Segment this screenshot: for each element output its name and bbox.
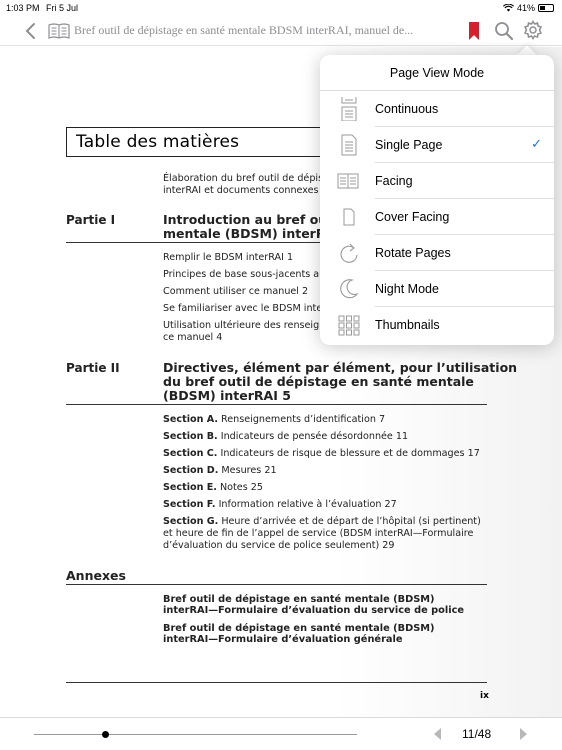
section-text: Indicateurs de pensée désordonnée 11 — [217, 431, 409, 442]
view-mode-facing[interactable]: Facing — [320, 163, 554, 199]
section-prefix: Section G. — [163, 516, 219, 527]
night-mode-icon — [340, 279, 359, 299]
toc-entry[interactable]: Comment utiliser ce manuel 2 — [163, 286, 308, 298]
part2-heading-line[interactable]: Directives, élément par élément, pour l’… — [163, 361, 517, 375]
view-mode-label: Single Page — [375, 138, 443, 152]
status-date: Fri 5 Jul — [46, 3, 79, 13]
section-entry[interactable]: Section D. Mesures 21 — [163, 465, 277, 477]
toc-entry[interactable]: Se familiariser avec le BDSM inte — [163, 303, 322, 315]
previous-page-icon[interactable] — [431, 726, 443, 742]
part1-label: Partie I — [66, 213, 116, 227]
footer-rule — [66, 682, 487, 683]
section-prefix: Section A. — [163, 414, 218, 425]
section-prefix: Section C. — [163, 448, 218, 459]
toc-intro-line[interactable]: interRAI et documents connexes — [163, 185, 319, 197]
toc-entry[interactable]: Principes de base sous-jacents au — [163, 269, 325, 281]
search-icon[interactable] — [494, 21, 514, 41]
section-prefix: Section B. — [163, 431, 218, 442]
checkmark-icon: ✓ — [531, 136, 542, 151]
popover-title: Page View Mode — [320, 55, 554, 91]
view-mode-label: Facing — [375, 174, 413, 188]
document-title: Bref outil de dépistage en santé mentale… — [74, 23, 414, 37]
part2-heading-line[interactable]: du bref outil de dépistage en santé ment… — [163, 375, 474, 389]
toc-intro-line[interactable]: Élaboration du bref outil de dépis — [163, 173, 323, 185]
annex-entry-line[interactable]: interRAI—Formulaire d’évaluation général… — [163, 634, 403, 646]
continuous-icon — [341, 97, 357, 121]
view-mode-single-page[interactable]: Single Page ✓ — [320, 127, 554, 163]
view-mode-cover-facing[interactable]: Cover Facing — [320, 199, 554, 235]
section-prefix: Section E. — [163, 482, 217, 493]
toc-entry[interactable]: ce manuel 4 — [163, 332, 222, 344]
part1-heading-line[interactable]: mentale (BDSM) interRAI — [163, 227, 340, 241]
bookmark-icon[interactable] — [468, 21, 480, 41]
part2-heading-line[interactable]: (BDSM) interRAI 5 — [163, 389, 291, 403]
page-scrubber-track[interactable] — [34, 734, 357, 735]
status-bar: 1:03 PM Fri 5 Jul 41% — [0, 0, 562, 16]
section-text: Notes 25 — [216, 482, 263, 493]
book-icon[interactable] — [48, 22, 70, 40]
section-text: Heure d’arrivée et de départ de l’hôpita… — [218, 516, 481, 527]
part1-heading-line[interactable]: Introduction au bref outi — [163, 213, 337, 227]
battery-percent: 41% — [516, 3, 535, 13]
status-right: 41% — [502, 3, 554, 13]
part1-rule — [66, 242, 320, 243]
app-root: 1:03 PM Fri 5 Jul 41% Bref outil de dépi… — [0, 0, 562, 750]
section-entry[interactable]: Section E. Notes 25 — [163, 482, 263, 494]
view-mode-rotate-pages[interactable]: Rotate Pages — [320, 235, 554, 271]
thumbnails-icon — [338, 315, 360, 336]
view-mode-label: Cover Facing — [375, 210, 450, 224]
section-entry-cont[interactable]: et heure de fin de l’appel de service (B… — [163, 528, 473, 540]
cover-facing-icon — [343, 208, 355, 226]
section-text: Renseignements d’identification 7 — [218, 414, 386, 425]
battery-icon — [538, 4, 554, 12]
back-chevron-icon[interactable] — [22, 21, 40, 41]
section-entry[interactable]: Section F. Information relative à l’éval… — [163, 499, 397, 511]
next-page-icon[interactable] — [518, 726, 530, 742]
section-prefix: Section D. — [163, 465, 219, 476]
page-scrubber-thumb[interactable] — [101, 731, 109, 738]
section-text: Mesures 21 — [218, 465, 277, 476]
view-mode-night-mode[interactable]: Night Mode — [320, 271, 554, 307]
toc-title: Table des matières — [76, 132, 240, 152]
section-text: Information relative à l’évaluation 27 — [215, 499, 397, 510]
annexes-label: Annexes — [66, 568, 126, 583]
annexes-rule — [66, 584, 487, 585]
section-entry[interactable]: Section G. Heure d’arrivée et de départ … — [163, 516, 481, 528]
section-entry[interactable]: Section A. Renseignements d’identificati… — [163, 414, 385, 426]
rotate-pages-icon — [340, 243, 358, 263]
toc-entry[interactable]: Utilisation ultérieure des renseig — [163, 320, 319, 332]
facing-icon — [337, 173, 359, 189]
section-entry-cont[interactable]: d’évaluation du service de police seulem… — [163, 540, 394, 552]
view-mode-thumbnails[interactable]: Thumbnails — [320, 307, 554, 343]
section-text: Indicateurs de risque de blessure et de … — [217, 448, 480, 459]
section-entry[interactable]: Section C. Indicateurs de risque de bles… — [163, 448, 480, 460]
toc-entry[interactable]: Remplir le BDSM interRAI 1 — [163, 252, 293, 264]
single-page-icon — [341, 134, 357, 156]
reader-toolbar: Bref outil de dépistage en santé mentale… — [0, 16, 562, 46]
annex-entry-line[interactable]: Bref outil de dépistage en santé mentale… — [163, 594, 435, 606]
view-mode-label: Rotate Pages — [375, 246, 451, 260]
annex-entry-line[interactable]: Bref outil de dépistage en santé mentale… — [163, 623, 435, 635]
annex-entry-line[interactable]: interRAI—Formulaire d’évaluation du serv… — [163, 605, 464, 617]
part2-label: Partie II — [66, 361, 120, 375]
status-time: 1:03 PM — [6, 3, 40, 13]
settings-gear-icon[interactable] — [523, 20, 543, 40]
part2-rule — [66, 404, 487, 405]
wifi-icon — [502, 4, 514, 12]
section-entry[interactable]: Section B. Indicateurs de pensée désordo… — [163, 431, 408, 443]
view-mode-label: Thumbnails — [375, 318, 440, 332]
page-navigation-bar: 11/48 — [0, 717, 562, 750]
page-view-mode-popover: Page View Mode Continuous Single Page ✓ … — [320, 55, 554, 345]
page-indicator: 11/48 — [462, 727, 492, 741]
view-mode-continuous[interactable]: Continuous — [320, 91, 554, 127]
page-number: ix — [480, 691, 489, 701]
view-mode-label: Continuous — [375, 102, 439, 116]
view-mode-label: Night Mode — [375, 282, 439, 296]
section-prefix: Section F. — [163, 499, 216, 510]
